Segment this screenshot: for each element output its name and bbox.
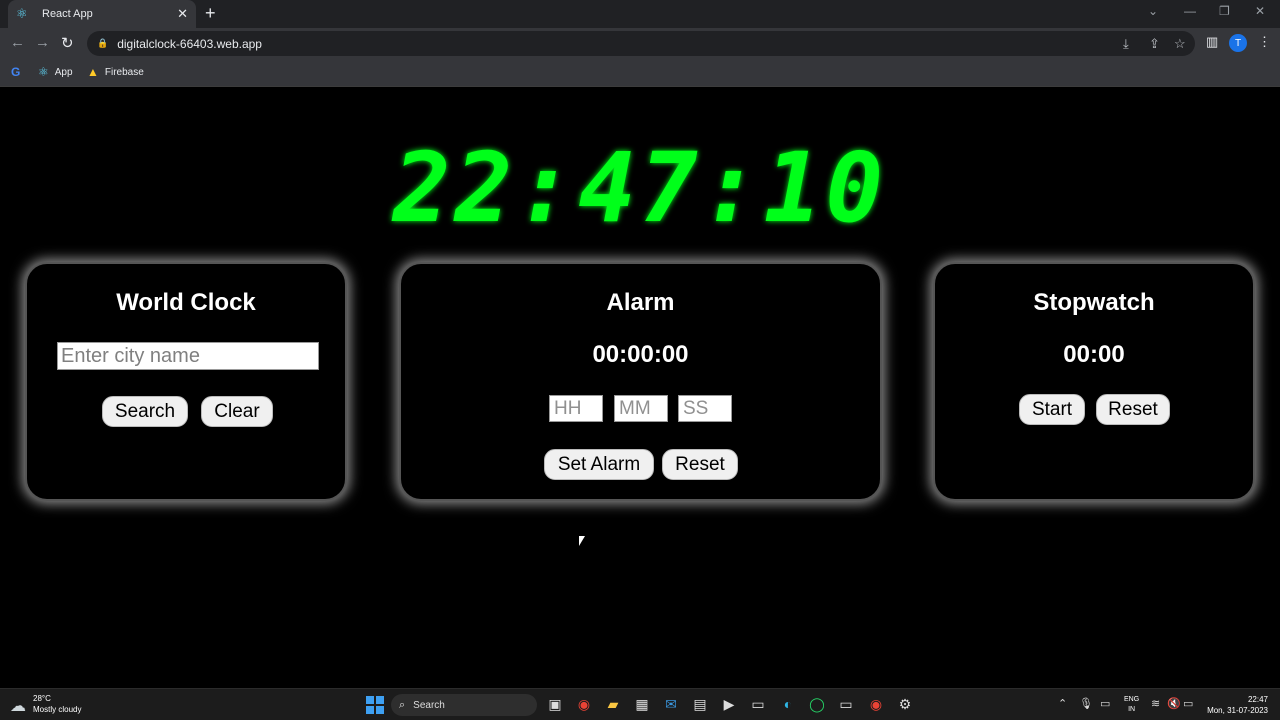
tab-title: React App <box>42 8 93 20</box>
show-hidden-icons-chevron-icon[interactable]: ⌃ <box>1058 697 1067 710</box>
settings-gear-icon[interactable]: ⚙ <box>896 695 914 713</box>
maximize-icon[interactable]: ❐ <box>1219 4 1230 18</box>
page-content: 22:47:10 World Clock Search Clear Alarm … <box>0 87 1280 688</box>
world-clock-card: World Clock Search Clear <box>25 262 347 501</box>
weather-description[interactable]: Mostly cloudy <box>33 705 81 714</box>
mouse-cursor-icon <box>579 536 585 546</box>
command-prompt-icon[interactable]: ▭ <box>837 695 855 713</box>
browser-chrome: ⚛ React App ✕ + ⌄ — ❐ ✕ ← → ↻ 🔒 digitalc… <box>0 0 1280 87</box>
lock-icon[interactable]: 🔒 <box>97 38 108 49</box>
search-icon: ⌕ <box>399 698 406 711</box>
bookmark-label: App <box>54 66 73 78</box>
taskbar-search-label: Search <box>413 699 445 711</box>
alarm-reset-button[interactable]: Reset <box>662 449 738 480</box>
language-indicator[interactable]: ENG IN <box>1124 695 1139 715</box>
menu-kebab-icon[interactable]: ⋮ <box>1258 34 1271 50</box>
tab-strip: ⚛ React App ✕ + ⌄ — ❐ ✕ <box>0 0 1280 28</box>
react-icon: ⚛ <box>38 65 49 79</box>
search-button[interactable]: Search <box>102 396 188 427</box>
bookmark-app[interactable]: ⚛ App <box>38 65 73 79</box>
profile-avatar[interactable]: T <box>1229 34 1247 52</box>
mail-icon[interactable]: ✉ <box>662 695 680 713</box>
bookmarks-bar: G ⚛ App ▲ Firebase <box>0 59 1280 87</box>
file-explorer-icon[interactable]: ▰ <box>604 695 622 713</box>
store-icon[interactable]: ▦ <box>633 695 651 713</box>
side-panel-icon[interactable]: ▥ <box>1206 34 1218 50</box>
stopwatch-reset-button[interactable]: Reset <box>1096 394 1170 425</box>
battery-icon[interactable]: ▭ <box>1183 697 1193 710</box>
minimize-icon[interactable]: — <box>1184 4 1196 18</box>
set-alarm-button[interactable]: Set Alarm <box>544 449 654 480</box>
firebase-icon: ▲ <box>87 65 99 79</box>
stopwatch-title: Stopwatch <box>1033 289 1155 316</box>
alarm-card: Alarm 00:00:00 Set Alarm Reset <box>399 262 882 501</box>
reload-icon[interactable]: ↻ <box>61 34 74 52</box>
language-code: ENG <box>1124 696 1140 703</box>
alarm-time: 00:00:00 <box>592 341 689 368</box>
close-tab-icon[interactable]: ✕ <box>177 6 188 22</box>
display-icon[interactable]: ▭ <box>1100 697 1110 710</box>
alarm-seconds-input[interactable] <box>678 395 732 422</box>
alarm-hours-input[interactable] <box>549 395 603 422</box>
alarm-title: Alarm <box>606 289 675 316</box>
bookmark-firebase[interactable]: ▲ Firebase <box>87 65 144 79</box>
microphone-icon[interactable]: 🎙 <box>1079 697 1093 710</box>
whatsapp-icon[interactable]: ◯ <box>808 695 826 713</box>
volume-muted-icon[interactable]: 🔇 <box>1167 697 1181 710</box>
stopwatch-start-button[interactable]: Start <box>1019 394 1085 425</box>
address-bar[interactable]: 🔒 digitalclock-66403.web.app ⤓ ⇪ ☆ <box>87 31 1195 56</box>
terminal-icon[interactable]: ▭ <box>749 695 767 713</box>
city-input[interactable] <box>57 342 319 370</box>
share-icon[interactable]: ⇪ <box>1149 36 1160 52</box>
google-icon[interactable]: G <box>11 65 26 79</box>
bookmark-label: Firebase <box>104 66 144 78</box>
wifi-icon[interactable]: ≋ <box>1151 697 1160 710</box>
chrome-icon[interactable]: ◉ <box>575 695 593 713</box>
window-close-icon[interactable]: ✕ <box>1255 4 1265 18</box>
back-icon[interactable]: ← <box>10 34 25 51</box>
tab-react-app[interactable]: ⚛ React App ✕ <box>8 0 196 28</box>
system-clock[interactable]: 22:47 Mon, 31-07-2023 <box>1207 694 1268 716</box>
install-icon[interactable]: ⤓ <box>1123 36 1129 52</box>
system-date: Mon, 31-07-2023 <box>1207 706 1268 715</box>
bookmark-star-icon[interactable]: ☆ <box>1174 36 1186 52</box>
language-region: IN <box>1128 706 1136 713</box>
edge-icon[interactable]: ◐ <box>779 695 797 713</box>
alarm-minutes-input[interactable] <box>614 395 668 422</box>
world-clock-title: World Clock <box>116 289 256 316</box>
calculator-icon[interactable]: ▤ <box>691 695 709 713</box>
tab-search-icon[interactable]: ⌄ <box>1148 4 1158 18</box>
forward-icon[interactable]: → <box>35 34 50 51</box>
url-text: digitalclock-66403.web.app <box>117 36 262 51</box>
media-player-icon[interactable]: ▶ <box>720 695 738 713</box>
weather-temperature[interactable]: 28°C <box>33 694 51 703</box>
digital-clock: 22:47:10 <box>392 132 888 244</box>
chrome-profile-icon[interactable]: ◉ <box>867 695 885 713</box>
system-time: 22:47 <box>1247 695 1268 704</box>
windows-start-icon[interactable] <box>366 696 384 714</box>
cloud-icon[interactable]: ☁ <box>10 696 26 716</box>
stopwatch-card: Stopwatch 00:00 Start Reset <box>933 262 1255 501</box>
taskbar: ☁ 28°C Mostly cloudy ⌕ Search ▣ ◉ ▰ ▦ ✉ … <box>0 688 1280 720</box>
stopwatch-time: 00:00 <box>1063 341 1125 368</box>
new-tab-button[interactable]: + <box>205 3 216 24</box>
taskbar-search[interactable]: ⌕ Search <box>391 694 537 716</box>
task-view-icon[interactable]: ▣ <box>546 695 564 713</box>
clear-button[interactable]: Clear <box>201 396 273 427</box>
browser-toolbar: ← → ↻ 🔒 digitalclock-66403.web.app ⤓ ⇪ ☆ <box>0 28 1280 59</box>
react-icon: ⚛ <box>16 6 28 21</box>
